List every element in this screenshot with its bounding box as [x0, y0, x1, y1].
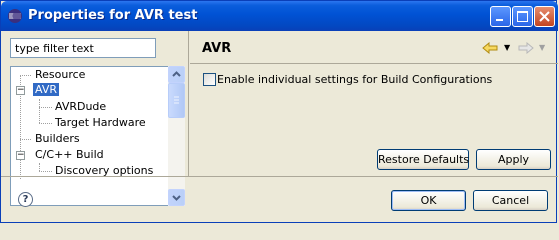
scroll-up-button[interactable]	[168, 66, 185, 83]
window-title: Properties for AVR test	[28, 8, 198, 23]
ok-button[interactable]: OK	[391, 190, 466, 211]
properties-dialog: Properties for AVR test Resource −	[0, 0, 558, 223]
forward-arrow-icon[interactable]	[518, 42, 534, 54]
scroll-down-icon	[172, 195, 181, 201]
cancel-button[interactable]: Cancel	[473, 190, 548, 211]
tree-item-avrdude[interactable]: AVRDude	[53, 99, 108, 115]
navigation-panel: Resource − AVR AVRDude Target Hardware B…	[1, 31, 187, 206]
apply-button[interactable]: Apply	[476, 149, 551, 170]
tree-item-cpp-build[interactable]: C/C++ Build	[33, 147, 106, 163]
restore-defaults-button[interactable]: Restore Defaults	[377, 149, 469, 170]
tree-item-label: C/C++ Build	[35, 148, 104, 161]
tree-item-label: Resource	[35, 68, 86, 81]
tree-item-resource[interactable]: Resource	[33, 67, 87, 83]
button-bar-separator	[1, 176, 558, 177]
eclipse-icon	[8, 9, 22, 23]
scroll-thumb[interactable]	[168, 83, 185, 118]
close-button[interactable]	[534, 6, 555, 27]
collapse-icon[interactable]: −	[16, 151, 25, 160]
title-bar[interactable]: Properties for AVR test	[1, 1, 558, 31]
collapse-icon[interactable]: −	[16, 86, 25, 95]
tree-item-label: Target Hardware	[55, 116, 146, 129]
forward-menu-icon[interactable]: ▼	[539, 43, 545, 52]
tree-item-builders[interactable]: Builders	[33, 131, 82, 147]
minimize-icon	[496, 19, 503, 21]
help-icon[interactable]: ?	[18, 192, 33, 207]
panel-divider[interactable]	[188, 31, 189, 176]
maximize-button[interactable]	[512, 6, 533, 27]
tree-item-avr[interactable]: AVR	[33, 82, 59, 98]
header-separator	[190, 63, 558, 64]
scroll-up-icon	[172, 71, 181, 77]
page-title: AVR	[202, 41, 232, 56]
tree-scrollbar[interactable]	[168, 66, 185, 206]
filter-input[interactable]	[10, 38, 156, 58]
grip-icon	[174, 96, 179, 104]
scroll-down-button[interactable]	[168, 189, 185, 206]
property-page: AVR ▼ ▼ Enable individual settings for B…	[190, 31, 558, 176]
back-arrow-icon[interactable]	[482, 42, 498, 54]
back-menu-icon[interactable]: ▼	[504, 43, 510, 52]
tree-item-label: AVR	[33, 83, 59, 96]
tree-item-label: AVRDude	[55, 100, 107, 113]
individual-settings-checkbox[interactable]	[203, 73, 216, 86]
property-tree: Resource − AVR AVRDude Target Hardware B…	[10, 66, 185, 206]
tree-item-label: Builders	[35, 132, 80, 145]
maximize-icon	[517, 11, 528, 22]
individual-settings-label: Enable individual settings for Build Con…	[217, 73, 493, 86]
tree-item-target-hardware[interactable]: Target Hardware	[53, 115, 148, 131]
close-icon	[539, 11, 550, 22]
minimize-button[interactable]	[490, 6, 511, 27]
